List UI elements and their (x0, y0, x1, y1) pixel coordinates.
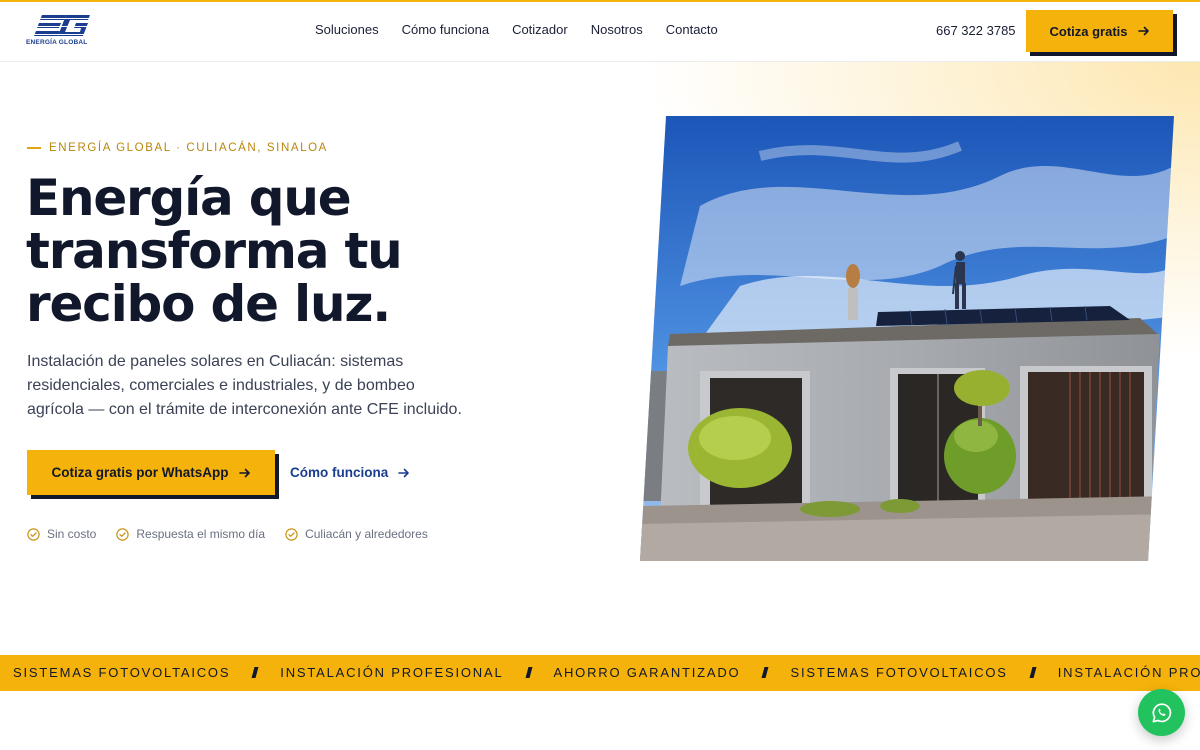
check-circle-icon (285, 527, 298, 541)
header-quote-label: Cotiza gratis (1049, 23, 1128, 39)
hero-title: Energía que transforma tu recibo de luz. (26, 172, 586, 331)
ticker-item: INSTALACIÓN PROFESIONAL (1057, 665, 1200, 680)
check-circle-icon (27, 527, 40, 541)
feature-label: Sin costo (47, 527, 97, 541)
hero-eyebrow: ENERGÍA GLOBAL · CULIACÁN, SINALOA (27, 142, 328, 154)
hero-description: Instalación de paneles solares en Culiac… (27, 353, 462, 418)
ticker-item: SISTEMAS FOTOVOLTAICOS (13, 665, 231, 680)
eyebrow-text: ENERGÍA GLOBAL · CULIACÁN, SINALOA (49, 142, 328, 154)
feature-label: Respuesta el mismo día (136, 527, 266, 541)
phone-link[interactable]: 667 322 3785 (936, 23, 1016, 38)
ticker-item: INSTALACIÓN PROFESIONAL (280, 665, 504, 680)
how-it-works-label: Cómo funciona (290, 465, 389, 480)
nav-item-soluciones[interactable]: Soluciones (315, 22, 379, 37)
nav-item-cotizador[interactable]: Cotizador (512, 22, 568, 37)
eyebrow-dash (27, 147, 41, 149)
ticker-separator (525, 667, 532, 678)
nav-item-nosotros[interactable]: Nosotros (591, 22, 643, 37)
logo-wordmark: ENERGÍA GLOBAL (26, 39, 88, 46)
header-quote-button[interactable]: Cotiza gratis (1026, 10, 1173, 52)
logo-mark-icon (32, 15, 92, 36)
feature-item: Respuesta el mismo día (116, 527, 265, 541)
whatsapp-icon (1152, 702, 1171, 723)
feature-label: Culiacán y alrededores (305, 527, 428, 541)
arrow-right-icon (398, 468, 410, 477)
hero-features: Sin costo Respuesta el mismo día Culiacá… (27, 527, 428, 541)
arrow-right-icon (238, 468, 250, 477)
whatsapp-quote-label: Cotiza gratis por WhatsApp (51, 465, 229, 480)
whatsapp-float-button[interactable] (1138, 689, 1185, 736)
hero-title-line-2: transforma tu (26, 222, 403, 280)
ticker-separator (761, 667, 769, 678)
feature-item: Sin costo (27, 527, 96, 541)
nav-item-contacto[interactable]: Contacto (666, 22, 718, 37)
main-nav: Soluciones Cómo funciona Cotizador Nosot… (315, 22, 741, 37)
hero-title-line-1: Energía que (26, 169, 352, 227)
whatsapp-quote-button[interactable]: Cotiza gratis por WhatsApp (27, 450, 275, 495)
nav-item-como-funciona[interactable]: Cómo funciona (402, 22, 489, 37)
hero-title-line-3: recibo de luz. (26, 275, 391, 333)
feature-item: Culiacán y alrededores (285, 527, 428, 541)
arrow-right-icon (1137, 26, 1149, 36)
check-circle-icon (116, 527, 130, 541)
site-header: ENERGÍA GLOBAL Soluciones Cómo funciona … (0, 2, 1200, 62)
ticker-separator (251, 667, 259, 678)
hero-house-solar-photo (640, 116, 1174, 561)
ticker-item: SISTEMAS FOTOVOLTAICOS (790, 665, 1008, 680)
ticker-track: SISTEMAS FOTOVOLTAICOS INSTALACIÓN PROFE… (13, 665, 1200, 680)
services-ticker: SISTEMAS FOTOVOLTAICOS INSTALACIÓN PROFE… (0, 655, 1200, 691)
ticker-item: AHORRO GARANTIZADO (553, 665, 741, 680)
brand-logo[interactable]: ENERGÍA GLOBAL (26, 14, 100, 48)
how-it-works-link[interactable]: Cómo funciona (290, 465, 410, 480)
ticker-separator (1029, 667, 1037, 678)
